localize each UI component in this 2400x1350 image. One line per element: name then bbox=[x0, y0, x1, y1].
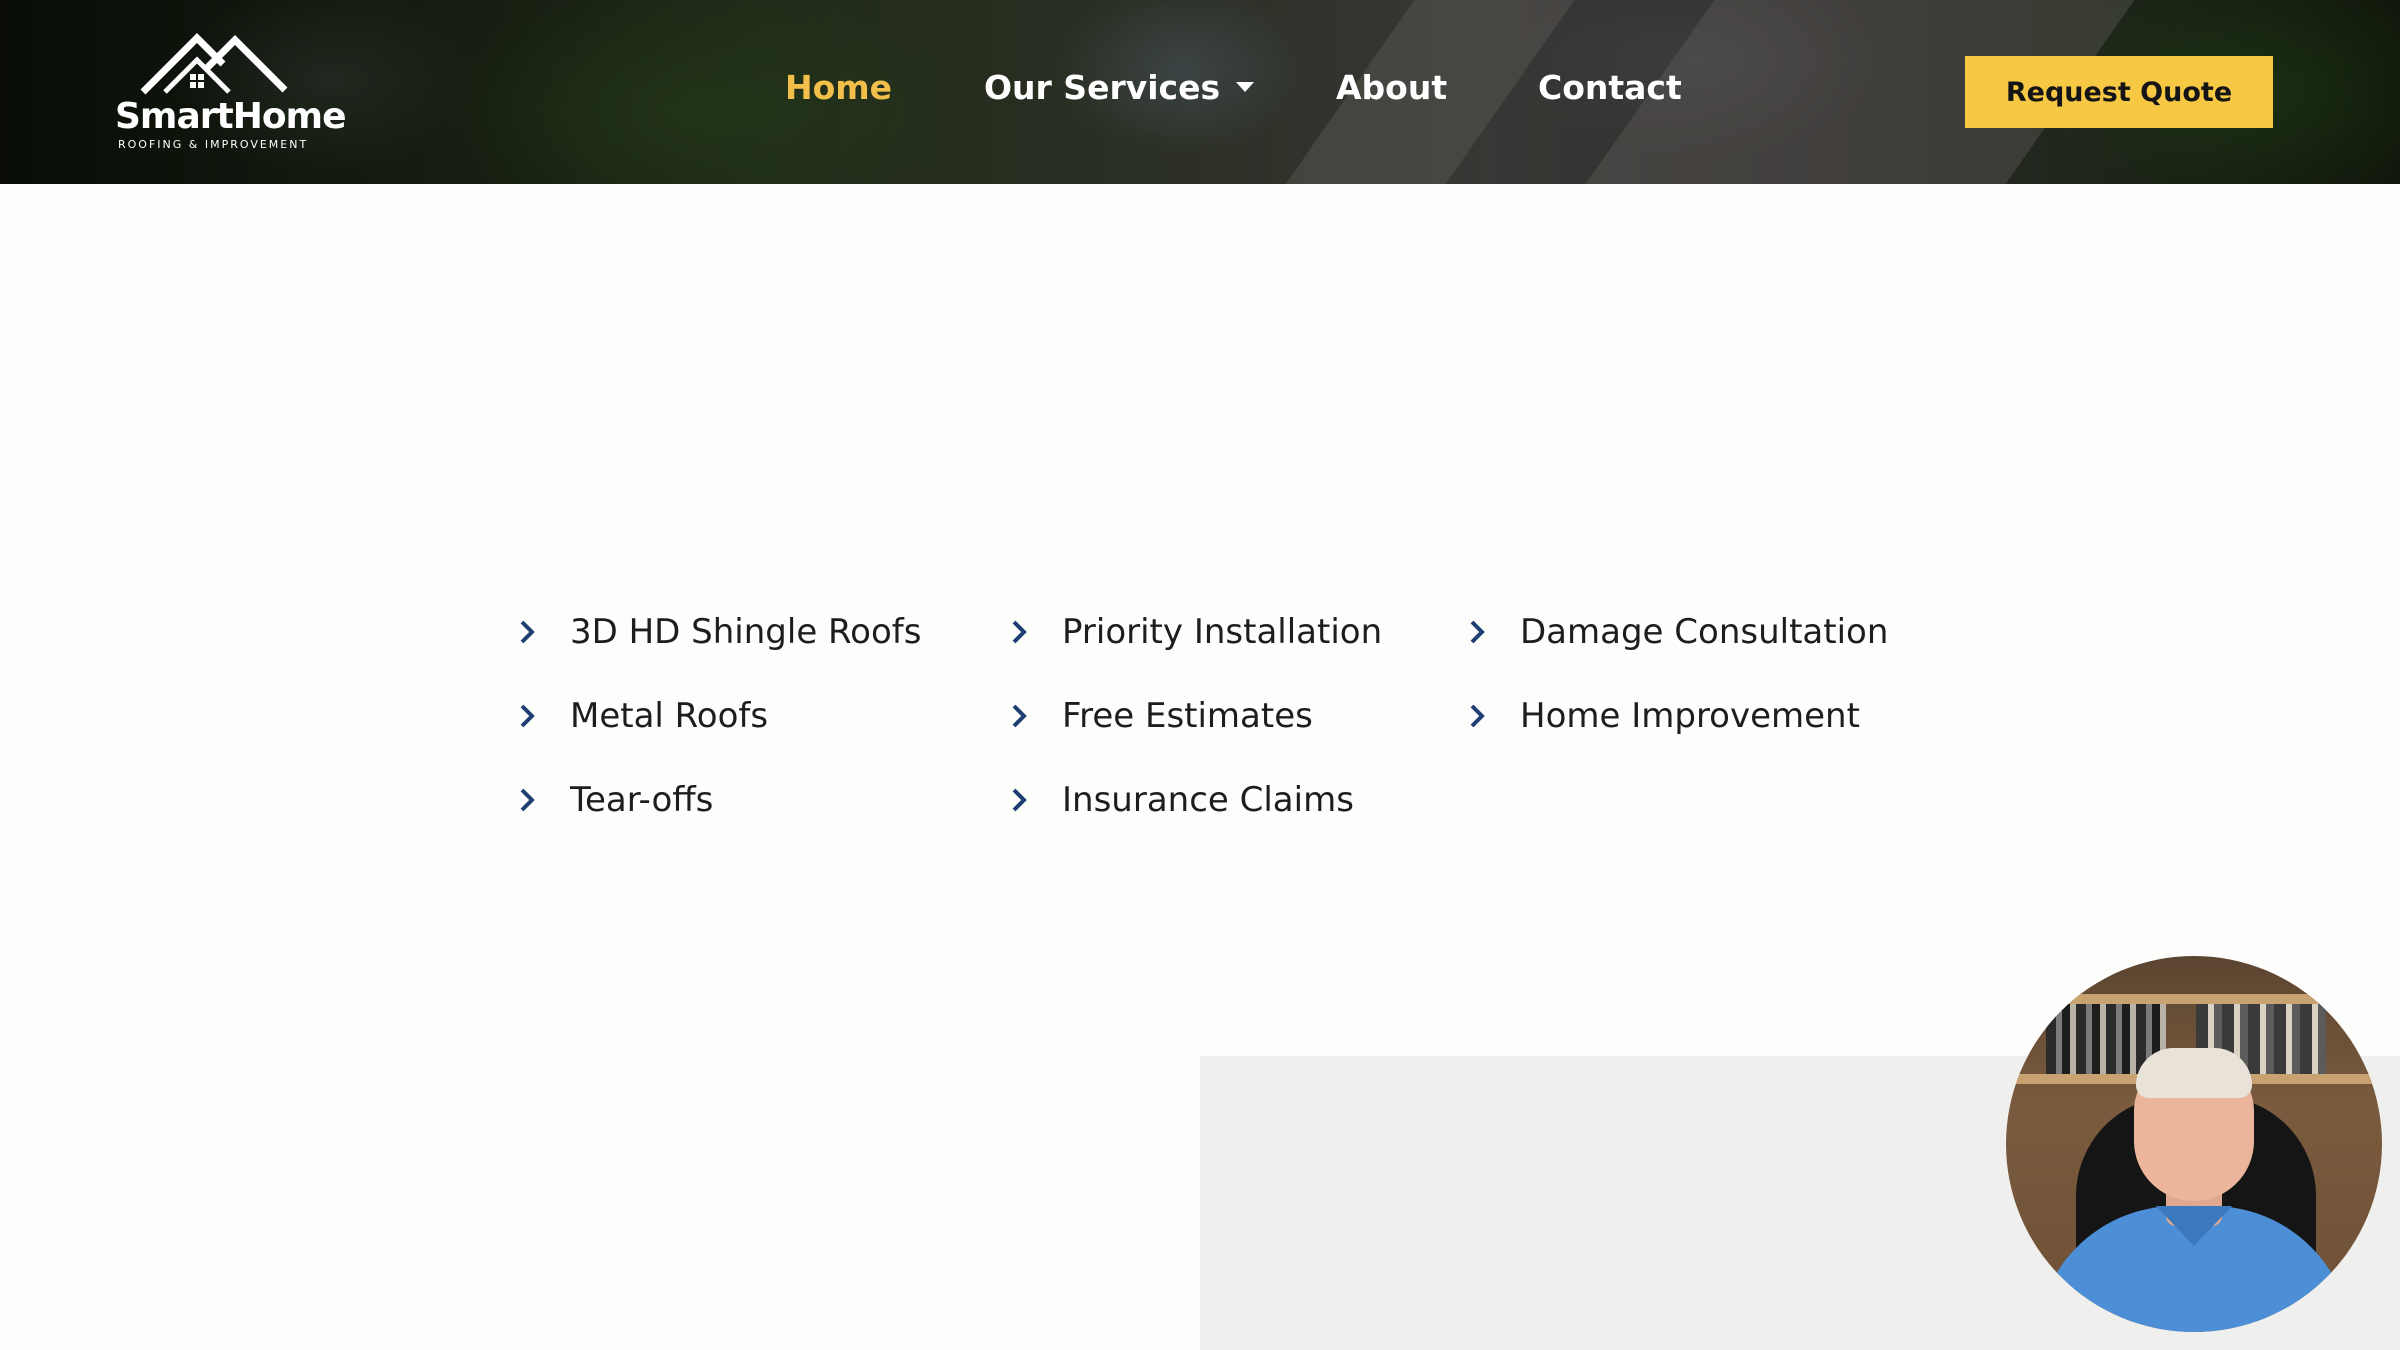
feature-item: Metal Roofs bbox=[512, 696, 768, 736]
bookshelf bbox=[2006, 994, 2382, 1004]
chevron-right-icon bbox=[1004, 785, 1034, 815]
feature-item: Tear-offs bbox=[512, 780, 713, 820]
nav-contact[interactable]: Contact bbox=[1538, 68, 1682, 107]
feature-item: Damage Consultation bbox=[1462, 612, 1888, 652]
presenter-webcam bbox=[2006, 956, 2382, 1332]
logo-wordmark: SmartHome bbox=[115, 96, 346, 137]
feature-item: Home Improvement bbox=[1462, 696, 1860, 736]
feature-item: Insurance Claims bbox=[1004, 780, 1354, 820]
presenter-hair bbox=[2136, 1048, 2252, 1098]
nav-our-services[interactable]: Our Services bbox=[984, 68, 1255, 107]
chevron-right-icon bbox=[512, 785, 542, 815]
house-roof-icon bbox=[140, 33, 288, 95]
chevron-right-icon bbox=[1004, 701, 1034, 731]
feature-item: 3D HD Shingle Roofs bbox=[512, 612, 921, 652]
feature-label: Insurance Claims bbox=[1062, 780, 1354, 820]
feature-item: Priority Installation bbox=[1004, 612, 1382, 652]
nav-home[interactable]: Home bbox=[785, 68, 892, 107]
feature-label: 3D HD Shingle Roofs bbox=[570, 612, 922, 652]
feature-label: Home Improvement bbox=[1520, 696, 1860, 736]
caret-down-icon bbox=[1236, 81, 1255, 92]
feature-label: Tear-offs bbox=[570, 780, 714, 820]
logo-tagline: ROOFING & IMPROVEMENT bbox=[118, 138, 309, 151]
chevron-right-icon bbox=[512, 617, 542, 647]
nav-our-services-label: Our Services bbox=[984, 68, 1221, 107]
feature-label: Free Estimates bbox=[1062, 696, 1313, 736]
feature-item: Free Estimates bbox=[1004, 696, 1313, 736]
site-logo[interactable]: SmartHome ROOFING & IMPROVEMENT bbox=[110, 30, 346, 156]
chevron-right-icon bbox=[512, 701, 542, 731]
chevron-right-icon bbox=[1462, 701, 1492, 731]
nav-about[interactable]: About bbox=[1336, 68, 1447, 107]
feature-label: Damage Consultation bbox=[1520, 612, 1889, 652]
request-quote-button[interactable]: Request Quote bbox=[1965, 56, 2273, 128]
chevron-right-icon bbox=[1462, 617, 1492, 647]
chevron-right-icon bbox=[1004, 617, 1034, 647]
feature-label: Metal Roofs bbox=[570, 696, 769, 736]
feature-label: Priority Installation bbox=[1062, 612, 1383, 652]
site-header: SmartHome ROOFING & IMPROVEMENT Home Our… bbox=[0, 0, 2400, 184]
